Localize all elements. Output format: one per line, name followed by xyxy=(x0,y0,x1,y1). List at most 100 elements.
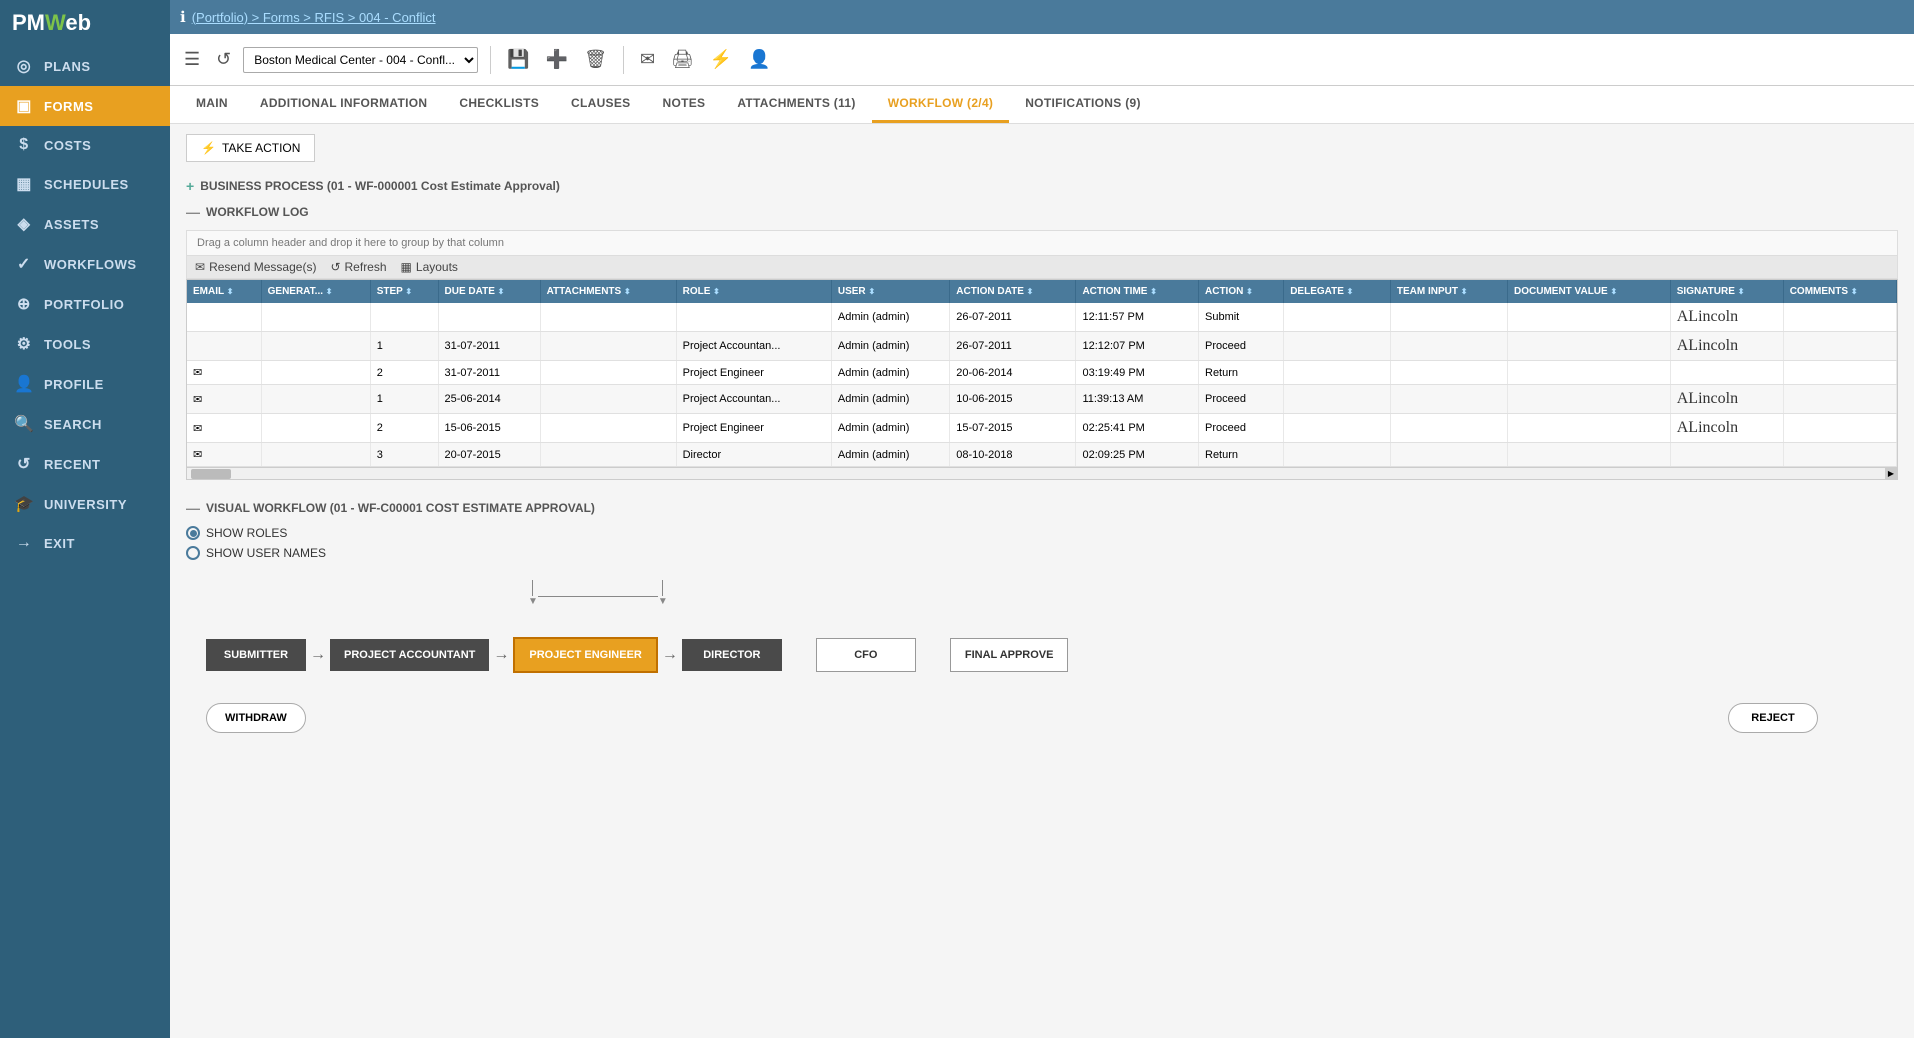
resend-messages-button[interactable]: ✉ Resend Message(s) xyxy=(195,260,316,274)
sidebar-item-profile[interactable]: 👤PROFILE xyxy=(0,364,170,404)
print-button[interactable]: 🖨 xyxy=(667,47,698,72)
tab-main[interactable]: MAIN xyxy=(180,86,244,123)
take-action-label: TAKE ACTION xyxy=(222,141,300,155)
col-header-team_input[interactable]: TEAM INPUT ⬍ xyxy=(1390,280,1507,303)
cell-team_input xyxy=(1390,303,1507,332)
tab-additional[interactable]: ADDITIONAL INFORMATION xyxy=(244,86,443,123)
tab-clauses[interactable]: CLAUSES xyxy=(555,86,646,123)
sidebar-item-schedules[interactable]: ▦SCHEDULES xyxy=(0,164,170,204)
tab-checklists[interactable]: CHECKLISTS xyxy=(443,86,555,123)
business-process-label: BUSINESS PROCESS (01 - WF-000001 Cost Es… xyxy=(200,179,560,193)
col-header-user[interactable]: USER ⬍ xyxy=(831,280,949,303)
col-header-email[interactable]: EMAIL ⬍ xyxy=(187,280,261,303)
delete-button[interactable]: 🗑 xyxy=(580,47,611,72)
workflow-log-table: EMAIL ⬍GENERAT... ⬍STEP ⬍DUE DATE ⬍ATTAC… xyxy=(187,280,1897,467)
col-header-signature[interactable]: SIGNATURE ⬍ xyxy=(1670,280,1783,303)
take-action-button[interactable]: ⚡ TAKE ACTION xyxy=(186,134,315,162)
tab-workflow[interactable]: WORKFLOW (2/4) xyxy=(872,86,1010,123)
sidebar-label-plans: PLANS xyxy=(44,59,91,74)
add-button[interactable]: ➕ xyxy=(542,47,572,72)
sidebar-icon-schedules: ▦ xyxy=(14,174,34,194)
tab-notes[interactable]: NOTES xyxy=(646,86,721,123)
sort-icon: ⬍ xyxy=(868,287,875,296)
cell-comments xyxy=(1783,414,1896,443)
tab-notifications[interactable]: NOTIFICATIONS (9) xyxy=(1009,86,1157,123)
cell-attachments xyxy=(540,414,676,443)
cell-step: 1 xyxy=(370,385,438,414)
user-button[interactable]: 👤 xyxy=(744,47,774,72)
show-roles-radio-circle xyxy=(186,526,200,540)
undo-icon[interactable]: ↺ xyxy=(212,47,235,72)
cell-email: ✉ xyxy=(187,361,261,385)
cell-team_input xyxy=(1390,443,1507,467)
sort-icon: ⬍ xyxy=(227,287,234,296)
radio-group: SHOW ROLES SHOW USER NAMES xyxy=(186,526,1898,560)
sidebar-item-forms[interactable]: ▣FORMS xyxy=(0,86,170,126)
portfolio-link[interactable]: (Portfolio) > Forms > RFIS > 004 - Confl… xyxy=(192,10,436,25)
sidebar-item-recent[interactable]: ↺RECENT xyxy=(0,444,170,484)
cell-team_input xyxy=(1390,361,1507,385)
withdraw-node: WITHDRAW xyxy=(206,703,306,733)
arrow-3: → xyxy=(662,646,678,664)
cell-action: Return xyxy=(1199,361,1284,385)
cell-attachments xyxy=(540,361,676,385)
sidebar-item-portfolio[interactable]: ⊕PORTFOLIO xyxy=(0,284,170,324)
col-header-document_value[interactable]: DOCUMENT VALUE ⬍ xyxy=(1508,280,1671,303)
table-row: ✉125-06-2014Project Accountan...Admin (a… xyxy=(187,385,1897,414)
horizontal-scrollbar[interactable]: ▶ xyxy=(187,467,1897,479)
drag-hint: Drag a column header and drop it here to… xyxy=(186,230,1898,256)
col-header-due_date[interactable]: DUE DATE ⬍ xyxy=(438,280,540,303)
cell-email: ✉ xyxy=(187,443,261,467)
cell-action_time: 02:25:41 PM xyxy=(1076,414,1199,443)
show-roles-radio[interactable]: SHOW ROLES xyxy=(186,526,1898,540)
col-header-action_date[interactable]: ACTION DATE ⬍ xyxy=(950,280,1076,303)
cell-delegate xyxy=(1284,443,1391,467)
table-row: Admin (admin)26-07-201112:11:57 PMSubmit… xyxy=(187,303,1897,332)
sidebar-item-workflows[interactable]: ✓WORKFLOWS xyxy=(0,244,170,284)
sidebar-item-assets[interactable]: ◈ASSETS xyxy=(0,204,170,244)
lightning-button[interactable]: ⚡ xyxy=(706,47,736,72)
visual-collapse-icon[interactable]: — xyxy=(186,500,200,516)
save-button[interactable]: 💾 xyxy=(503,47,533,72)
business-process-header: + BUSINESS PROCESS (01 - WF-000001 Cost … xyxy=(186,178,1898,194)
col-header-step[interactable]: STEP ⬍ xyxy=(370,280,438,303)
refresh-icon: ↺ xyxy=(330,260,340,274)
sidebar-item-costs[interactable]: $COSTS xyxy=(0,126,170,164)
cell-due_date: 25-06-2014 xyxy=(438,385,540,414)
cell-comments xyxy=(1783,443,1896,467)
document-select[interactable]: Boston Medical Center - 004 - Confl... xyxy=(243,47,478,73)
cell-delegate xyxy=(1284,414,1391,443)
sidebar-item-tools[interactable]: ⚙TOOLS xyxy=(0,324,170,364)
col-header-delegate[interactable]: DELEGATE ⬍ xyxy=(1284,280,1391,303)
col-header-generated[interactable]: GENERAT... ⬍ xyxy=(261,280,370,303)
project-accountant-node: PROJECT ACCOUNTANT xyxy=(330,639,489,671)
col-header-comments[interactable]: COMMENTS ⬍ xyxy=(1783,280,1896,303)
scroll-right-button[interactable]: ▶ xyxy=(1885,468,1897,480)
show-user-names-radio[interactable]: SHOW USER NAMES xyxy=(186,546,1898,560)
scrollbar-thumb[interactable] xyxy=(191,469,231,479)
logo: PMWeb xyxy=(0,0,170,46)
cell-step: 1 xyxy=(370,332,438,361)
col-header-attachments[interactable]: ATTACHMENTS ⬍ xyxy=(540,280,676,303)
logo-text: PMWeb xyxy=(12,10,91,36)
menu-icon[interactable]: ☰ xyxy=(180,47,204,72)
sidebar-label-search: SEARCH xyxy=(44,417,102,432)
cell-email: ✉ xyxy=(187,414,261,443)
sidebar-item-university[interactable]: 🎓UNIVERSITY xyxy=(0,484,170,524)
col-header-role[interactable]: ROLE ⬍ xyxy=(676,280,831,303)
col-header-action[interactable]: ACTION ⬍ xyxy=(1199,280,1284,303)
sidebar-item-exit[interactable]: →EXIT xyxy=(0,524,170,562)
collapse-icon[interactable]: — xyxy=(186,204,200,220)
sidebar-item-plans[interactable]: ◎PLANS xyxy=(0,46,170,86)
layouts-button[interactable]: ▦ Layouts xyxy=(401,260,458,274)
tab-attachments[interactable]: ATTACHMENTS (11) xyxy=(721,86,871,123)
refresh-button[interactable]: ↺ Refresh xyxy=(330,260,386,274)
sidebar-label-exit: EXIT xyxy=(44,536,75,551)
cell-generated xyxy=(261,414,370,443)
expand-icon[interactable]: + xyxy=(186,178,194,194)
cell-user: Admin (admin) xyxy=(831,385,949,414)
col-header-action_time[interactable]: ACTION TIME ⬍ xyxy=(1076,280,1199,303)
email-button[interactable]: ✉ xyxy=(636,47,659,72)
sidebar-item-search[interactable]: 🔍SEARCH xyxy=(0,404,170,444)
cell-attachments xyxy=(540,443,676,467)
